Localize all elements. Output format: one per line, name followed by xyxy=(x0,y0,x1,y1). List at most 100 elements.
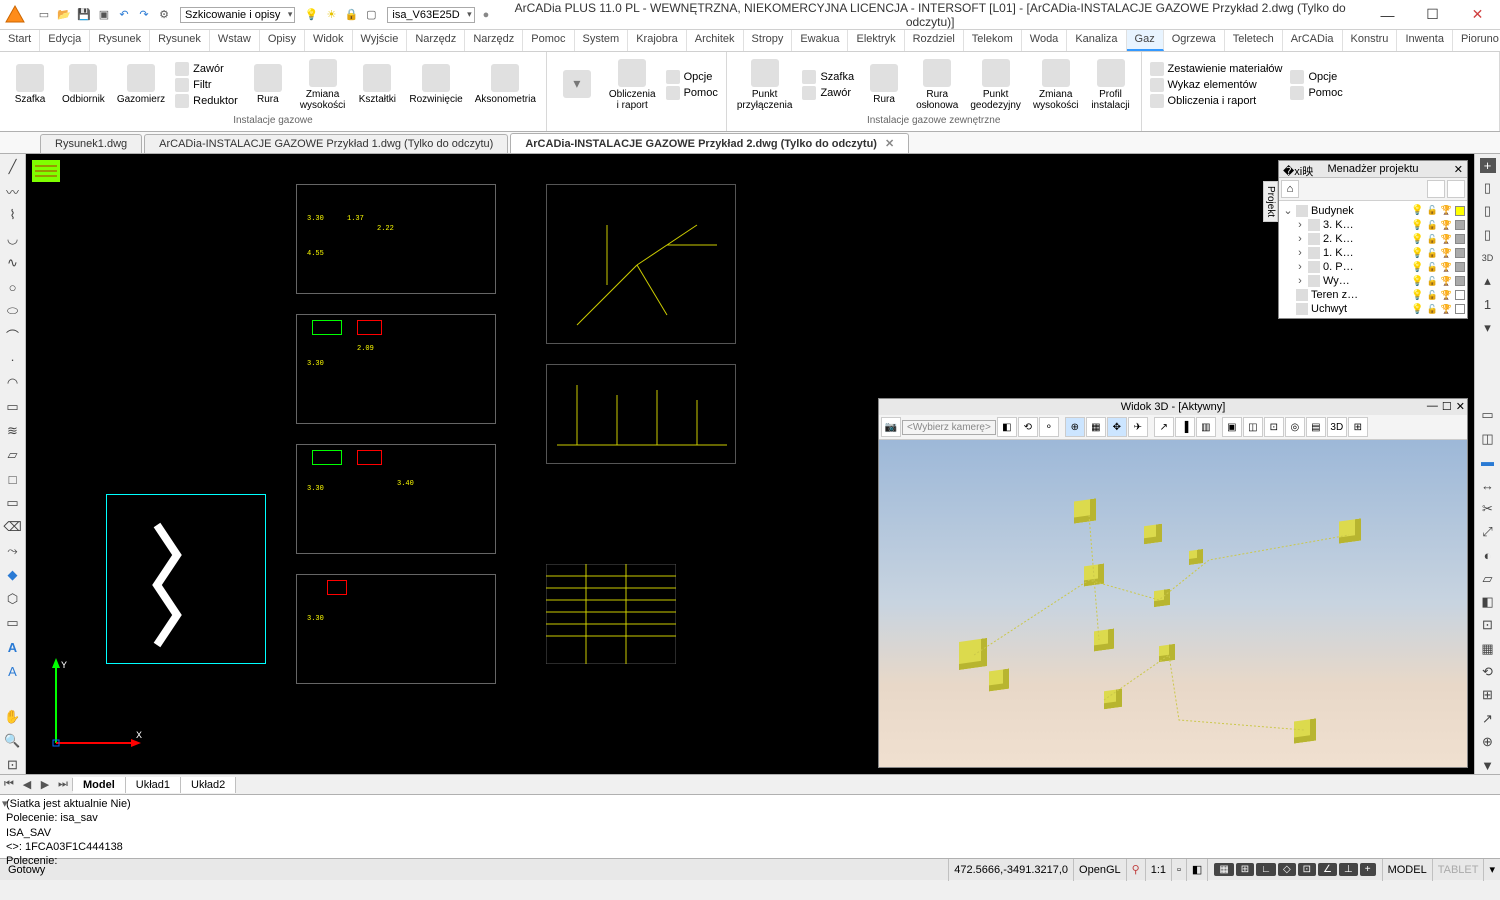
rura2-button[interactable]: Rura xyxy=(860,62,908,107)
tool11-icon[interactable]: ⟲ xyxy=(1479,663,1497,680)
aksonometria-button[interactable]: Aksonometria xyxy=(471,62,540,107)
trophy-icon[interactable]: 🏆 xyxy=(1441,262,1452,273)
bulb-icon[interactable]: 💡 xyxy=(1411,262,1423,273)
pin-icon[interactable]: �xi映 xyxy=(1283,163,1313,179)
arrow-dn-icon[interactable]: ▾ xyxy=(1479,319,1497,336)
ribbon-tab-krajobra[interactable]: Krajobra xyxy=(628,30,687,51)
pan-icon[interactable]: ✋ xyxy=(4,708,22,726)
tree-expand-icon[interactable]: › xyxy=(1295,247,1305,259)
obliczenia-button[interactable]: Obliczeniai raport xyxy=(605,57,660,113)
ribbon-tab-teletech[interactable]: Teletech xyxy=(1225,30,1283,51)
layer-combo[interactable]: isa_V63E25D xyxy=(387,7,474,23)
trophy-icon[interactable]: 🏆 xyxy=(1441,205,1452,216)
lock-icon[interactable]: 🔓 xyxy=(1427,234,1438,245)
view3d-scene[interactable] xyxy=(879,440,1467,767)
sheet-tab-model[interactable]: Model xyxy=(73,777,126,793)
document-tab[interactable]: ArCADia-INSTALACJE GAZOWE Przykład 2.dwg… xyxy=(510,133,909,153)
view-btn-9[interactable]: ▥ xyxy=(1196,417,1216,437)
gazomierz-button[interactable]: Gazomierz xyxy=(113,62,169,107)
arc2-icon[interactable]: ⌒ xyxy=(4,326,22,344)
tool14-icon[interactable]: ⊕ xyxy=(1479,733,1497,750)
document-tab[interactable]: Rysunek1.dwg xyxy=(40,134,142,153)
tree-expand-icon[interactable]: › xyxy=(1295,275,1305,287)
lock-icon[interactable]: 🔓 xyxy=(1427,248,1438,259)
lock-icon[interactable]: 🔓 xyxy=(1427,220,1438,231)
blue-icon[interactable]: ◆ xyxy=(4,566,22,584)
square-icon[interactable]: □ xyxy=(4,470,22,488)
view-btn-13[interactable]: ◎ xyxy=(1285,417,1305,437)
view-btn-4[interactable]: ⊕ xyxy=(1065,417,1085,437)
punkt-geo-button[interactable]: Punktgeodezyjny xyxy=(966,57,1025,113)
zmiana-wys2-button[interactable]: Zmianawysokości xyxy=(1029,57,1083,113)
lock-icon[interactable]: 🔓 xyxy=(1427,262,1438,273)
lock-icon[interactable]: 🔒 xyxy=(343,7,359,23)
tree-node[interactable]: ›0. P…💡🔓🏆 xyxy=(1281,260,1465,274)
bulb-icon[interactable]: 💡 xyxy=(1411,205,1423,216)
ribbon-tab-widok[interactable]: Widok xyxy=(305,30,353,51)
camera-combo[interactable]: <Wybierz kamerę> xyxy=(902,420,996,435)
ribbon-tab-kanaliza[interactable]: Kanaliza xyxy=(1067,30,1126,51)
swatch-icon[interactable] xyxy=(1455,304,1465,314)
ribbon-tab-architek[interactable]: Architek xyxy=(687,30,744,51)
rect-icon[interactable]: ▭ xyxy=(4,398,22,416)
hex-icon[interactable]: ⬡ xyxy=(4,590,22,608)
rozwiniecie-button[interactable]: Rozwinięcie xyxy=(405,62,466,107)
box-icon[interactable]: ▱ xyxy=(4,446,22,464)
sun-icon[interactable]: ☀ xyxy=(323,7,339,23)
ellipse-icon[interactable]: ⬭ xyxy=(4,302,22,320)
view-btn-11[interactable]: ◫ xyxy=(1243,417,1263,437)
tree-node[interactable]: ›2. K…💡🔓🏆 xyxy=(1281,232,1465,246)
close-button[interactable]: ✕ xyxy=(1455,0,1500,30)
undo-icon[interactable]: ↶ xyxy=(116,7,132,23)
gear-icon[interactable]: ⚙ xyxy=(156,7,172,23)
swatch-icon[interactable] xyxy=(1455,262,1465,272)
ribbon-tab-ewakua[interactable]: Ewakua xyxy=(792,30,848,51)
view-btn-10[interactable]: ▣ xyxy=(1222,417,1242,437)
view-btn-12[interactable]: ⊡ xyxy=(1264,417,1284,437)
ribbon-tab-pioruno[interactable]: Pioruno xyxy=(1453,30,1500,51)
3d-icon[interactable]: 3D xyxy=(1479,249,1497,266)
options-icon[interactable] xyxy=(1447,180,1465,198)
tree-expand-icon[interactable]: › xyxy=(1295,233,1305,245)
bulb-icon[interactable]: 💡 xyxy=(1411,234,1423,245)
project-tree[interactable]: ⌄Budynek💡🔓🏆›3. K…💡🔓🏆›2. K…💡🔓🏆›1. K…💡🔓🏆›0… xyxy=(1279,201,1467,318)
maximize-icon[interactable]: ☐ xyxy=(1442,400,1452,413)
tree-node[interactable]: Uchwyt💡🔓🏆 xyxy=(1281,302,1465,316)
ribbon-tab-pomoc[interactable]: Pomoc xyxy=(523,30,574,51)
layer-icon[interactable]: ▢ xyxy=(363,7,379,23)
zawor-button[interactable]: Zawór xyxy=(173,61,240,77)
tool2-icon[interactable]: ◫ xyxy=(1479,430,1497,447)
zigzag-icon[interactable]: ⌇ xyxy=(4,206,22,224)
ribbon-tab-telekom[interactable]: Telekom xyxy=(964,30,1022,51)
bulb-icon[interactable]: 💡 xyxy=(1411,220,1423,231)
rura-button[interactable]: Rura xyxy=(244,62,292,107)
ribbon-tab-system[interactable]: System xyxy=(575,30,629,51)
close-icon[interactable]: ✕ xyxy=(1456,400,1465,413)
szafka-button[interactable]: Szafka xyxy=(6,62,54,107)
view-btn-15[interactable]: 3D xyxy=(1327,417,1347,437)
sheet-tab-układ1[interactable]: Układ1 xyxy=(126,777,181,793)
curve-icon[interactable]: ∿ xyxy=(4,254,22,272)
arc3-icon[interactable]: ◠ xyxy=(4,374,22,392)
blue-tool-icon[interactable]: ▬ xyxy=(1479,453,1497,470)
profil-button[interactable]: Profilinstalacji xyxy=(1087,57,1135,113)
trophy-icon[interactable]: 🏆 xyxy=(1441,248,1452,259)
minimize-button[interactable]: — xyxy=(1365,0,1410,30)
last-icon[interactable]: ⏭ xyxy=(54,778,72,791)
filtr-button[interactable]: Filtr xyxy=(173,77,240,93)
reduktor-button[interactable]: Reduktor xyxy=(173,93,240,109)
tool13-icon[interactable]: ↗ xyxy=(1479,710,1497,727)
maximize-button[interactable]: ☐ xyxy=(1410,0,1455,30)
cmd-prompt[interactable]: Polecenie: xyxy=(6,854,1494,868)
obliczenia2-button[interactable]: Obliczenia i raport xyxy=(1148,93,1285,109)
zmiana-wys-button[interactable]: Zmianawysokości xyxy=(296,57,350,113)
swatch-icon[interactable] xyxy=(1455,290,1465,300)
tree-expand-icon[interactable]: ⌄ xyxy=(1283,204,1293,217)
opcje2-button[interactable]: Opcje xyxy=(1288,69,1344,85)
view-btn-8[interactable]: ▐ xyxy=(1175,417,1195,437)
tool12-icon[interactable]: ⊞ xyxy=(1479,687,1497,704)
tree-node[interactable]: ›Wy…💡🔓🏆 xyxy=(1281,274,1465,288)
path-icon[interactable]: ⤳ xyxy=(4,542,22,560)
sheet-tab-układ2[interactable]: Układ2 xyxy=(181,777,236,793)
pomoc2-button[interactable]: Pomoc xyxy=(1288,85,1344,101)
